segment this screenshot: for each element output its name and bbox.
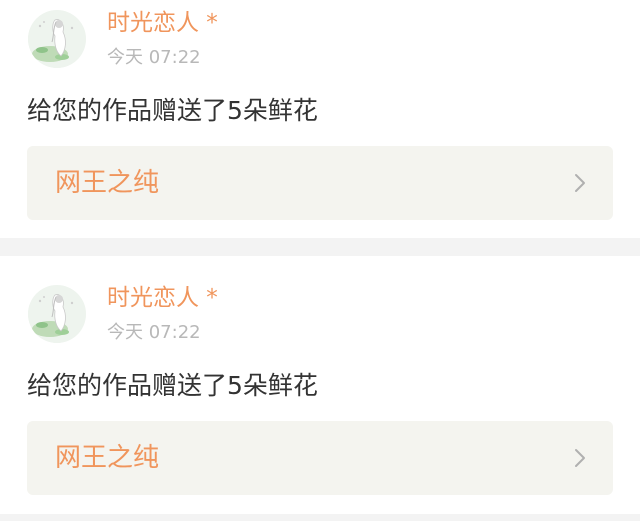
notification-message: 给您的作品赠送了5朵鲜花 [27,96,318,125]
work-title: 网王之纯 [55,168,160,198]
work-title: 网王之纯 [55,443,160,473]
timestamp: 今天 07:22 [107,47,201,68]
timestamp: 今天 07:22 [107,322,201,343]
chevron-right-icon [575,174,585,192]
chevron-right-icon [575,449,585,467]
notification-card: 时光恋人 * 今天 07:22 给您的作品赠送了5朵鲜花 网王之纯 [0,0,640,238]
user-name[interactable]: 时光恋人 * [107,284,218,312]
notification-message: 给您的作品赠送了5朵鲜花 [27,371,318,400]
user-avatar[interactable] [28,285,86,343]
avatar-illustration-icon [28,285,86,343]
user-name[interactable]: 时光恋人 * [107,9,218,37]
avatar-illustration-icon [28,10,86,68]
notification-card: 时光恋人 * 今天 07:22 给您的作品赠送了5朵鲜花 网王之纯 [0,256,640,514]
work-link[interactable]: 网王之纯 [27,146,613,220]
user-avatar[interactable] [28,10,86,68]
work-link[interactable]: 网王之纯 [27,421,613,495]
